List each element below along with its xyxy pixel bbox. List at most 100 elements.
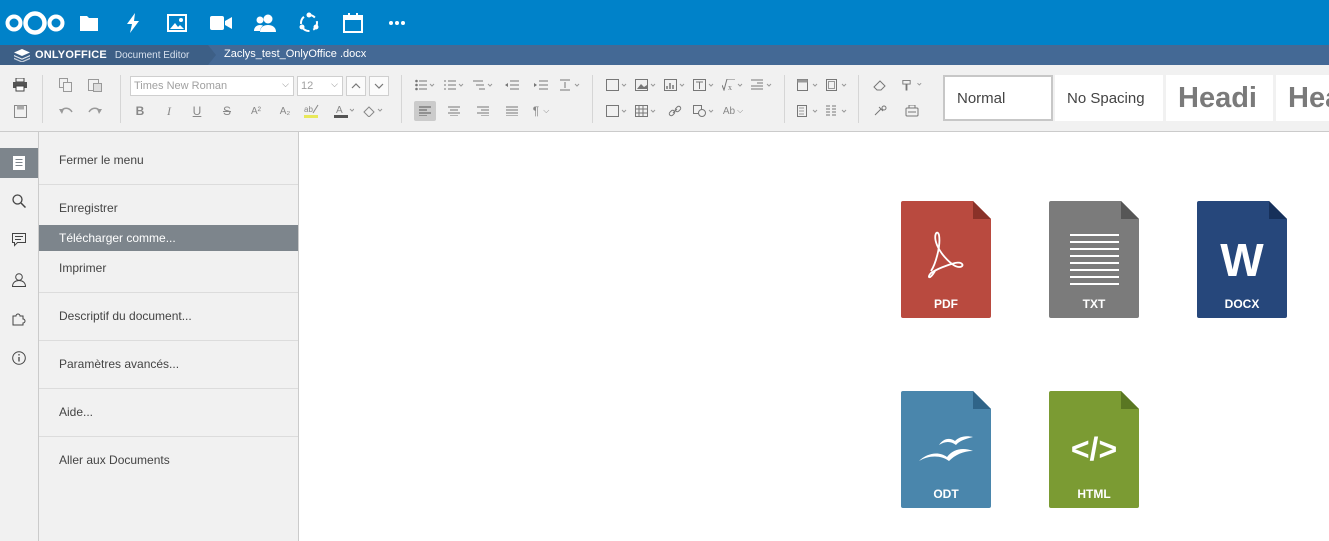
onlyoffice-logo-icon <box>14 48 30 62</box>
nextcloud-logo[interactable] <box>3 0 67 45</box>
italic-icon[interactable]: I <box>158 101 180 121</box>
print-icon[interactable] <box>9 75 31 95</box>
page-break-icon[interactable] <box>606 75 628 95</box>
comments-button[interactable] <box>0 225 38 255</box>
svg-text:ab: ab <box>304 105 313 114</box>
brand-name: ONLYOFFICE <box>35 49 107 61</box>
font-name-value: Times New Roman <box>134 80 228 92</box>
menu-download-as[interactable]: Télécharger comme... <box>39 225 298 251</box>
decrease-font-button[interactable] <box>369 76 389 96</box>
insert-table-icon[interactable] <box>635 101 657 121</box>
more-icon[interactable] <box>375 0 419 45</box>
font-name-select[interactable]: Times New Roman ⌵ <box>130 76 294 96</box>
insert-chart-icon[interactable] <box>664 75 686 95</box>
menu-document-info[interactable]: Descriptif du document... <box>39 303 298 329</box>
document-icon <box>13 156 25 170</box>
chevron-down-icon: ⌵ <box>331 79 338 89</box>
odt-file-fold <box>973 391 991 409</box>
save-icon[interactable] <box>9 101 31 121</box>
eraser-icon[interactable] <box>869 75 891 95</box>
left-sidebar <box>0 132 39 541</box>
numbered-list-icon[interactable] <box>443 75 465 95</box>
menu-advanced-settings[interactable]: Paramètres avancés... <box>39 351 298 377</box>
align-center-icon[interactable] <box>443 101 465 121</box>
underline-icon[interactable]: U <box>186 101 208 121</box>
menu-help[interactable]: Aide... <box>39 399 298 425</box>
font-color-icon[interactable]: A <box>333 101 355 121</box>
chat-button[interactable] <box>0 265 38 295</box>
clear-style-icon[interactable] <box>362 101 384 121</box>
download-txt[interactable]: TXT <box>1049 201 1139 318</box>
superscript-icon[interactable]: A² <box>245 101 267 121</box>
style-heading-2[interactable]: Hea <box>1276 75 1329 121</box>
docx-file-fold <box>1269 201 1287 219</box>
menu-print[interactable]: Imprimer <box>39 255 298 281</box>
onlyoffice-brand[interactable]: ONLYOFFICE Document Editor <box>0 45 216 65</box>
about-button[interactable] <box>0 343 38 373</box>
increase-indent-icon[interactable] <box>530 75 552 95</box>
insert-equation-icon[interactable]: x <box>722 75 744 95</box>
style-no-spacing[interactable]: No Spacing <box>1055 75 1163 121</box>
increase-font-button[interactable] <box>346 76 366 96</box>
columns-icon[interactable] <box>606 101 628 121</box>
style-heading-1[interactable]: Headi <box>1166 75 1273 121</box>
menu-go-to-documents[interactable]: Aller aux Documents <box>39 447 298 473</box>
menu-close[interactable]: Fermer le menu <box>39 147 298 173</box>
calendar-icon[interactable] <box>331 0 375 45</box>
contacts-icon[interactable] <box>243 0 287 45</box>
text-art-icon[interactable]: Ab ⌵ <box>722 101 744 121</box>
file-menu-button[interactable] <box>0 148 38 178</box>
header-footer-icon[interactable] <box>797 75 819 95</box>
style-normal[interactable]: Normal <box>943 75 1053 121</box>
page-size-icon[interactable] <box>826 101 848 121</box>
search-button[interactable] <box>0 186 38 216</box>
format-label: PDF <box>934 297 958 311</box>
insert-shape-icon[interactable] <box>693 101 715 121</box>
editor-title-bar: ONLYOFFICE Document Editor Zaclys_test_O… <box>0 45 1329 65</box>
redo-icon[interactable] <box>84 101 106 121</box>
font-size-select[interactable]: 12 ⌵ <box>297 76 343 96</box>
format-painter-icon[interactable] <box>869 101 891 121</box>
talk-icon[interactable] <box>199 0 243 45</box>
format-label: TXT <box>1082 297 1106 311</box>
highlight-icon[interactable]: ab <box>303 101 325 121</box>
subscript-icon[interactable]: A₂ <box>274 101 296 121</box>
plugins-button[interactable] <box>0 304 38 334</box>
bullet-list-icon[interactable] <box>414 75 436 95</box>
hyperlink-icon[interactable] <box>664 101 686 121</box>
justify-icon[interactable] <box>501 101 523 121</box>
strikethrough-icon[interactable]: S <box>216 101 238 121</box>
format-label: DOCX <box>1224 297 1260 311</box>
copy-style-icon[interactable] <box>901 75 923 95</box>
paste-icon[interactable] <box>84 75 106 95</box>
activity-icon[interactable] <box>111 0 155 45</box>
align-right-icon[interactable] <box>472 101 494 121</box>
download-pdf[interactable]: PDF <box>901 201 991 318</box>
paragraph-marks-icon[interactable]: ¶ ⌵ <box>530 101 552 121</box>
editor-name: Document Editor <box>114 49 190 61</box>
mail-merge-icon[interactable] <box>901 101 923 121</box>
format-label: ODT <box>933 487 959 501</box>
download-panel: PDF TXT W DOCX ODT </> HTML <box>299 132 1329 541</box>
chevron-down-icon: ⌵ <box>282 79 289 89</box>
insert-textbox-icon[interactable] <box>693 75 715 95</box>
download-docx[interactable]: W DOCX <box>1197 201 1287 318</box>
page-orientation-icon[interactable] <box>797 101 819 121</box>
gallery-icon[interactable] <box>155 0 199 45</box>
decrease-indent-icon[interactable] <box>501 75 523 95</box>
download-html[interactable]: </> HTML <box>1049 391 1139 508</box>
copy-icon[interactable] <box>55 75 77 95</box>
insert-dropcap-icon[interactable] <box>751 75 773 95</box>
download-odt[interactable]: ODT <box>901 391 991 508</box>
circles-icon[interactable] <box>287 0 331 45</box>
editor-toolbar: Times New Roman ⌵ 12 ⌵ B I U S A² A₂ ab … <box>0 65 1329 132</box>
bold-icon[interactable]: B <box>129 101 151 121</box>
multilevel-list-icon[interactable] <box>472 75 494 95</box>
undo-icon[interactable] <box>55 101 77 121</box>
menu-save[interactable]: Enregistrer <box>39 195 298 221</box>
insert-image-icon[interactable] <box>635 75 657 95</box>
page-margins-icon[interactable] <box>826 75 848 95</box>
align-left-icon[interactable] <box>414 101 436 121</box>
files-icon[interactable] <box>67 0 111 45</box>
line-spacing-icon[interactable] <box>560 75 582 95</box>
